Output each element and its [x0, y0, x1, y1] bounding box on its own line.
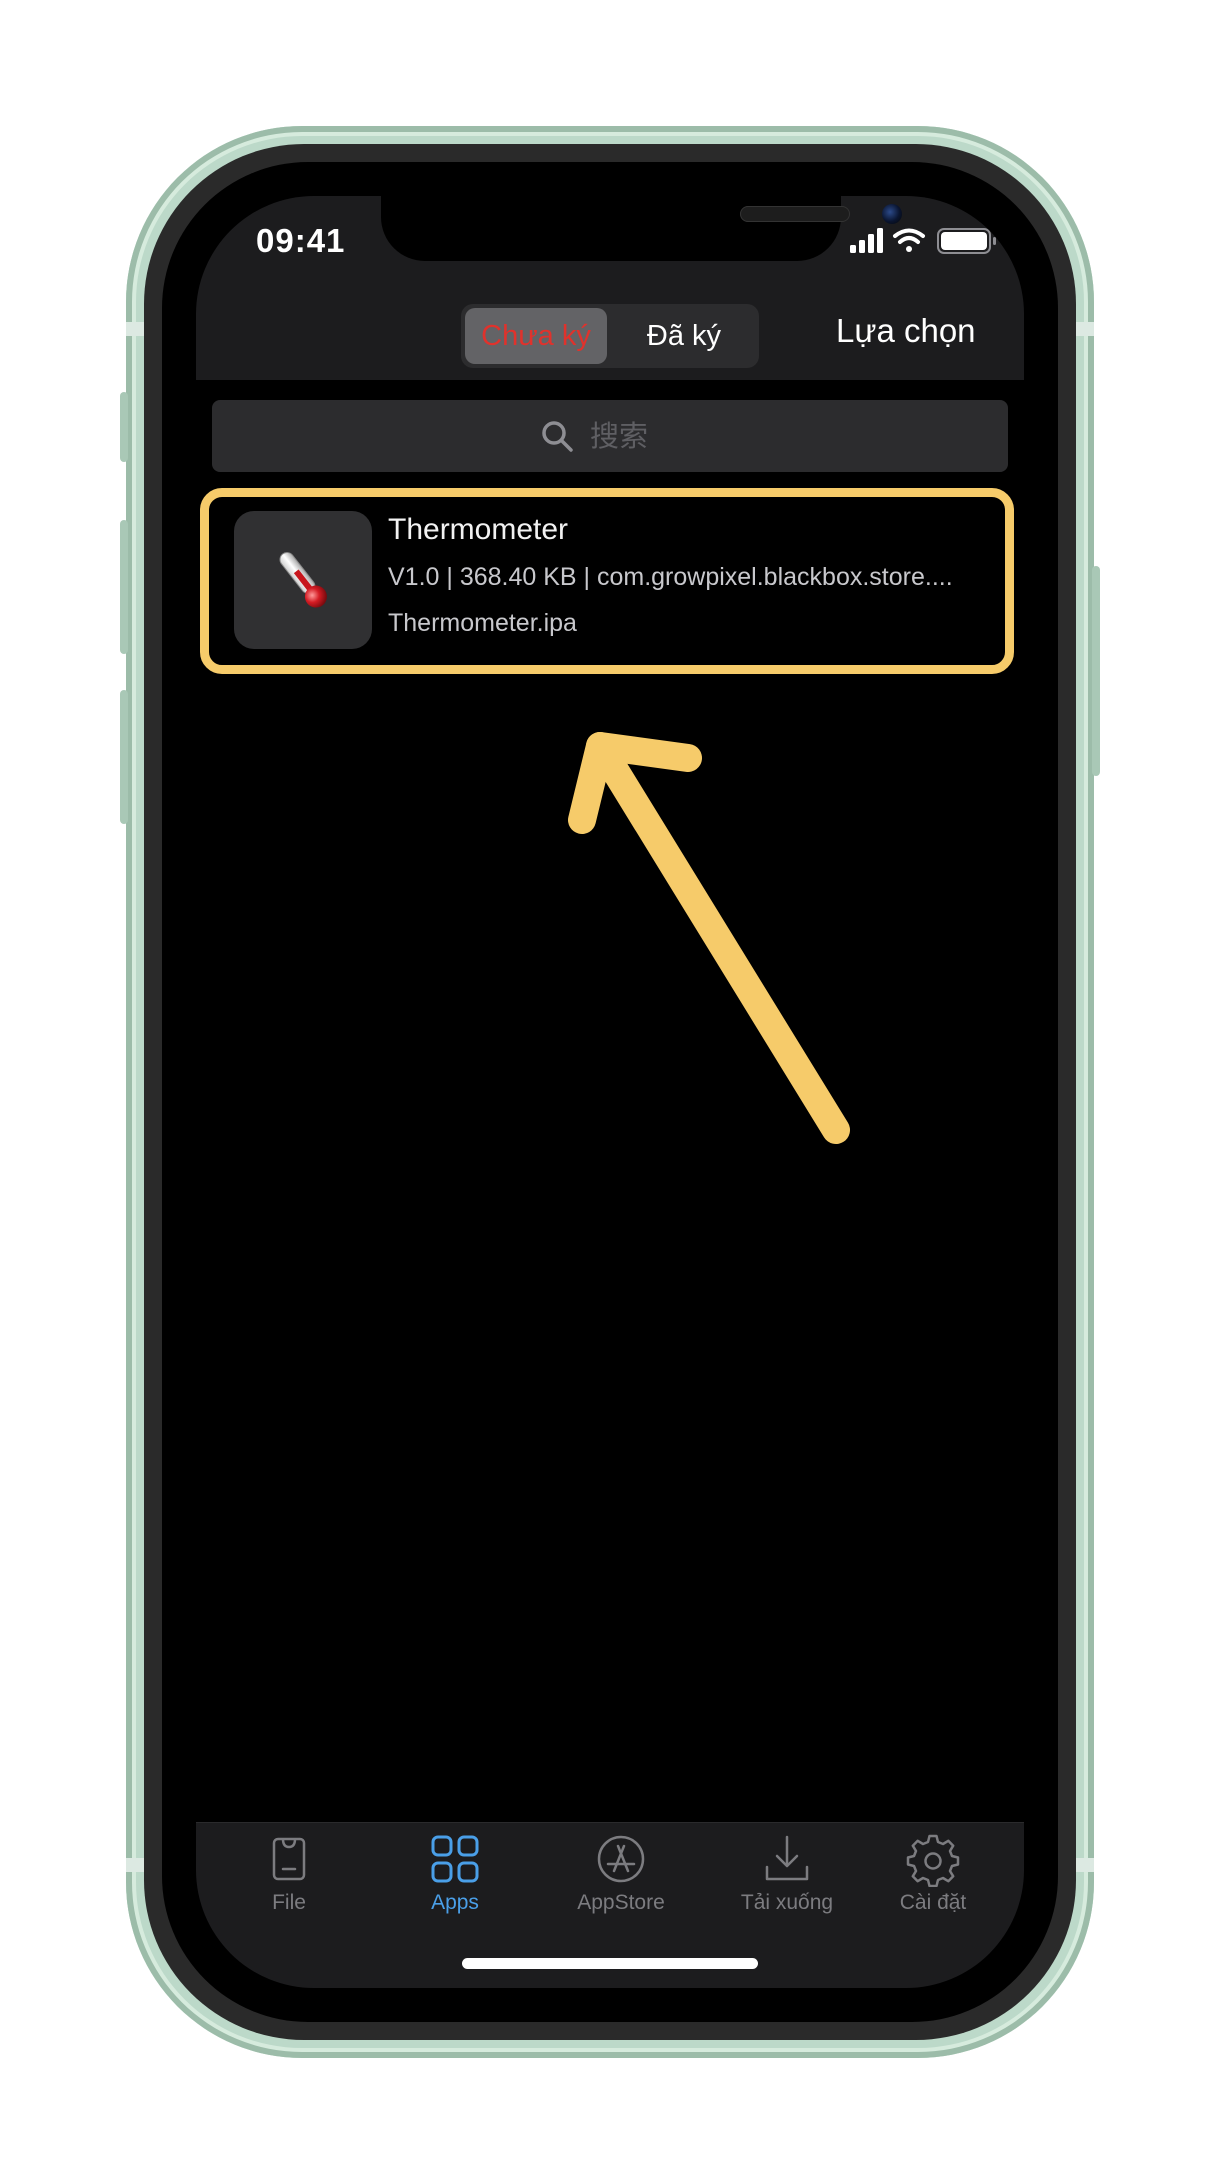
- volume-down-button: [120, 690, 128, 824]
- wifi-icon: [893, 228, 925, 252]
- gear-icon: [906, 1834, 960, 1887]
- tab-file-label: File: [272, 1891, 306, 1914]
- tab-settings-label: Cài đặt: [899, 1891, 967, 1914]
- apps-grid-icon: [431, 1835, 479, 1883]
- arrow-annotation: [568, 732, 850, 1144]
- tab-appstore-label: AppStore: [577, 1891, 665, 1914]
- status-time: 09:41: [256, 222, 346, 259]
- select-button[interactable]: Lựa chọn: [836, 312, 976, 350]
- tab-settings[interactable]: Cài đặt: [858, 1831, 1008, 1931]
- tab-file[interactable]: File: [214, 1831, 364, 1931]
- tab-appstore[interactable]: AppStore: [546, 1831, 696, 1931]
- antenna-band: [1076, 1858, 1094, 1872]
- file-bag-icon: [272, 1837, 306, 1881]
- search-input[interactable]: [590, 419, 680, 453]
- antenna-band: [126, 322, 144, 336]
- mute-switch: [120, 392, 128, 462]
- signal-icon: [850, 228, 883, 253]
- home-indicator: [462, 1958, 758, 1969]
- segment-unsigned[interactable]: Chưa ký: [465, 308, 607, 364]
- tab-downloads[interactable]: Tải xuống: [712, 1831, 862, 1931]
- status-icons: [850, 228, 996, 254]
- tab-apps[interactable]: Apps: [380, 1831, 530, 1931]
- antenna-band: [126, 1858, 144, 1872]
- download-icon: [765, 1835, 809, 1881]
- tab-apps-label: Apps: [431, 1891, 479, 1914]
- power-button: [1092, 566, 1100, 776]
- volume-up-button: [120, 520, 128, 654]
- search-icon: [542, 421, 573, 452]
- appstore-icon: [597, 1835, 645, 1883]
- notch: [381, 196, 902, 261]
- battery-icon: [937, 228, 996, 254]
- antenna-band: [1076, 322, 1094, 336]
- earpiece-speaker: [740, 206, 850, 222]
- highlight-box: [200, 488, 1014, 674]
- signed-status-segmented-control: Chưa ký Đã ký: [461, 304, 759, 368]
- tab-downloads-label: Tải xuống: [740, 1891, 834, 1914]
- segment-signed[interactable]: Đã ký: [613, 308, 755, 364]
- front-camera: [882, 204, 902, 224]
- search-bar: [212, 400, 1008, 472]
